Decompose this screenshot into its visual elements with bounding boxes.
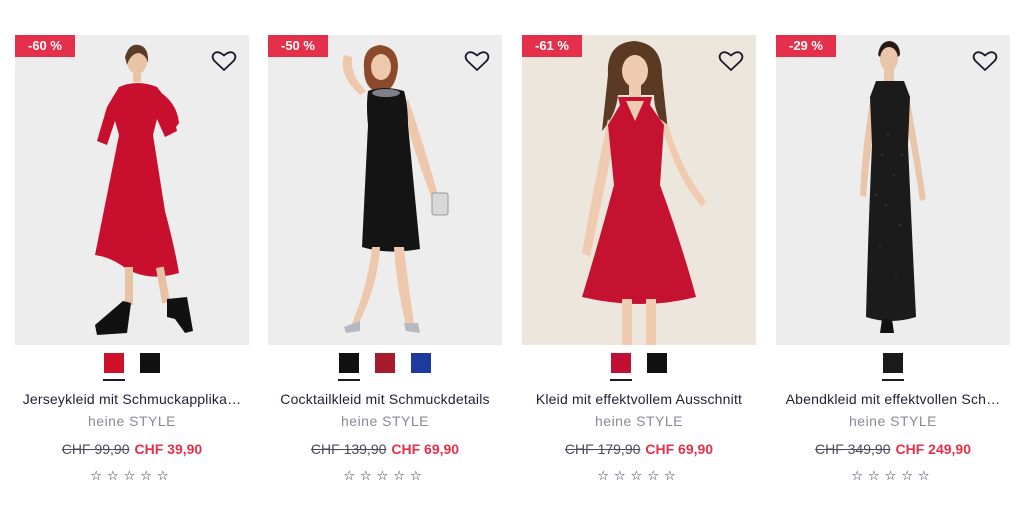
rating-stars: ☆☆☆☆☆ bbox=[90, 469, 174, 484]
sale-price: CHF 69,90 bbox=[391, 441, 460, 457]
selected-indicator bbox=[610, 379, 632, 381]
product-title[interactable]: Jerseykleid mit Schmuckapplika… bbox=[15, 391, 249, 407]
selected-indicator bbox=[103, 379, 125, 381]
product-image[interactable]: -29 % bbox=[776, 35, 1010, 345]
discount-badge: -29 % bbox=[776, 35, 836, 57]
product-image[interactable]: -50 % bbox=[268, 35, 502, 345]
rating-stars: ☆☆☆☆☆ bbox=[343, 469, 427, 484]
product-title[interactable]: Cocktailkleid mit Schmuckdetails bbox=[268, 391, 502, 407]
sale-price: CHF 249,90 bbox=[895, 441, 971, 457]
color-swatch-black[interactable] bbox=[140, 353, 160, 373]
product-image[interactable]: -60 % bbox=[15, 35, 249, 345]
old-price: CHF 179,90 bbox=[564, 441, 641, 457]
product-title[interactable]: Abendkleid mit effektvollen Sch… bbox=[776, 391, 1010, 407]
old-price: CHF 139,90 bbox=[310, 441, 387, 457]
color-swatch-blue[interactable] bbox=[411, 353, 431, 373]
discount-badge: -50 % bbox=[268, 35, 328, 57]
color-swatches bbox=[268, 353, 502, 381]
color-swatch-red[interactable] bbox=[375, 353, 395, 373]
price-row: CHF 99,90 CHF 39,90 bbox=[15, 441, 249, 457]
model-photo bbox=[268, 35, 502, 345]
color-swatches bbox=[15, 353, 249, 381]
color-swatch-black[interactable] bbox=[882, 353, 904, 381]
product-brand: heine STYLE bbox=[341, 413, 429, 429]
price-row: CHF 349,90 CHF 249,90 bbox=[776, 441, 1010, 457]
heart-icon[interactable] bbox=[464, 49, 490, 73]
selected-indicator bbox=[882, 379, 904, 381]
sale-price: CHF 69,90 bbox=[645, 441, 714, 457]
product-card[interactable]: -29 % Abendkleid mit effektvollen Sch… h… bbox=[776, 35, 1010, 484]
product-card[interactable]: -50 % Cocktailkleid mit Schmuckdetails h… bbox=[268, 35, 502, 484]
heart-icon[interactable] bbox=[972, 49, 998, 73]
product-image[interactable]: -61 % bbox=[522, 35, 756, 345]
rating-stars: ☆☆☆☆☆ bbox=[851, 469, 935, 484]
old-price: CHF 349,90 bbox=[815, 441, 891, 457]
price-row: CHF 179,90 CHF 69,90 bbox=[522, 441, 756, 457]
product-title[interactable]: Kleid mit effektvollem Ausschnitt bbox=[522, 391, 756, 407]
model-photo bbox=[15, 35, 249, 345]
product-brand: heine STYLE bbox=[849, 413, 937, 429]
product-card[interactable]: -61 % Kleid mit effektvollem Ausschnitt … bbox=[522, 35, 756, 484]
color-swatch-black[interactable] bbox=[647, 353, 667, 373]
discount-badge: -60 % bbox=[15, 35, 75, 57]
color-swatch-red[interactable] bbox=[610, 353, 632, 381]
rating-stars: ☆☆☆☆☆ bbox=[597, 469, 681, 484]
product-brand: heine STYLE bbox=[88, 413, 176, 429]
sale-price: CHF 39,90 bbox=[134, 441, 203, 457]
color-swatch-red[interactable] bbox=[103, 353, 125, 381]
heart-icon[interactable] bbox=[211, 49, 237, 73]
selected-indicator bbox=[338, 379, 360, 381]
product-card[interactable]: -60 % Jerseykleid mit Schmuckapplika… he… bbox=[15, 35, 249, 484]
heart-icon[interactable] bbox=[718, 49, 744, 73]
color-swatch-black[interactable] bbox=[338, 353, 360, 381]
color-swatches bbox=[522, 353, 756, 381]
color-swatches bbox=[776, 353, 1010, 381]
model-photo bbox=[776, 35, 1010, 345]
product-brand: heine STYLE bbox=[595, 413, 683, 429]
price-row: CHF 139,90 CHF 69,90 bbox=[268, 441, 502, 457]
old-price: CHF 99,90 bbox=[61, 441, 130, 457]
product-grid: -60 % Jerseykleid mit Schmuckapplika… he… bbox=[0, 0, 1024, 532]
model-photo bbox=[522, 35, 756, 345]
discount-badge: -61 % bbox=[522, 35, 582, 57]
